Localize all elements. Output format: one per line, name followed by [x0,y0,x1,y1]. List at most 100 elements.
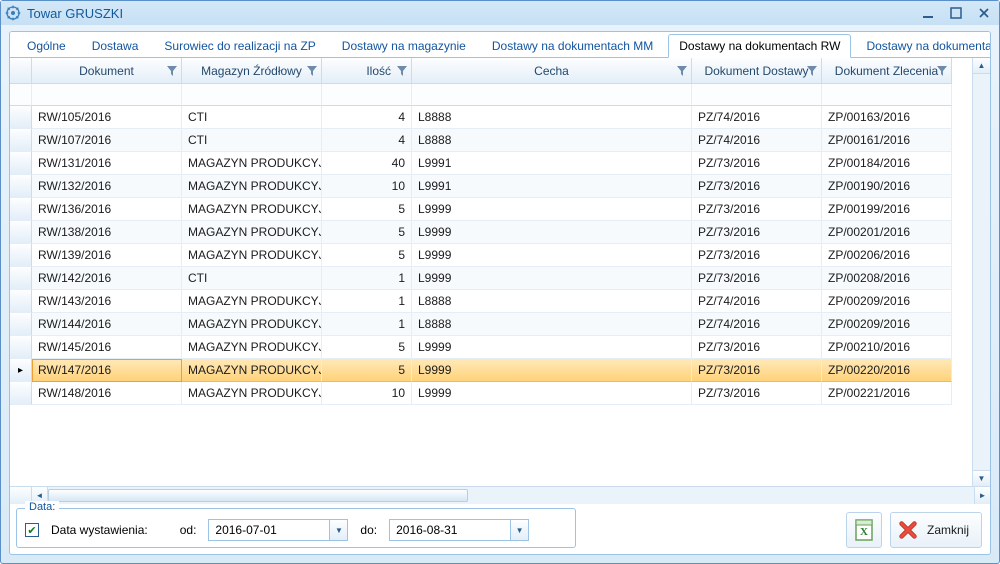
cell-dok_dostawy[interactable]: PZ/74/2016 [692,313,822,336]
date-to-input[interactable]: ▼ [389,519,529,541]
cell-dokument[interactable]: RW/136/2016 [32,198,182,221]
tab-1[interactable]: Dostawa [81,34,150,57]
cell-ilosc[interactable]: 5 [322,336,412,359]
dropdown-icon[interactable]: ▼ [510,520,528,540]
filter-icon[interactable] [307,66,317,76]
filter-cell[interactable] [32,84,182,106]
cell-magazyn[interactable]: MAGAZYN PRODUKCYJ... [182,221,322,244]
filter-cell[interactable] [10,84,32,106]
cell-dok_dostawy[interactable]: PZ/73/2016 [692,336,822,359]
tab-4[interactable]: Dostawy na dokumentach MM [481,34,664,57]
cell-cecha[interactable]: L9999 [412,267,692,290]
table-row[interactable]: ▸RW/147/2016MAGAZYN PRODUKCYJ...5L9999PZ… [10,359,990,382]
scroll-down-icon[interactable]: ▼ [973,470,990,486]
cell-dok_dostawy[interactable]: PZ/73/2016 [692,382,822,405]
scroll-thumb[interactable] [48,489,468,502]
cell-dokument[interactable]: RW/145/2016 [32,336,182,359]
export-excel-button[interactable]: X [846,512,882,548]
table-row[interactable]: RW/145/2016MAGAZYN PRODUKCYJ...5L9999PZ/… [10,336,990,359]
cell-cecha[interactable]: L8888 [412,106,692,129]
cell-magazyn[interactable]: MAGAZYN PRODUKCYJ... [182,313,322,336]
cell-dok_zlecenia[interactable]: ZP/00163/2016 [822,106,952,129]
cell-ilosc[interactable]: 5 [322,221,412,244]
cell-dok_dostawy[interactable]: PZ/73/2016 [692,244,822,267]
cell-cecha[interactable]: L8888 [412,129,692,152]
table-row[interactable]: RW/139/2016MAGAZYN PRODUKCYJ...5L9999PZ/… [10,244,990,267]
cell-magazyn[interactable]: MAGAZYN PRODUKCYJ... [182,244,322,267]
cell-dok_dostawy[interactable]: PZ/74/2016 [692,129,822,152]
cell-dokument[interactable]: RW/105/2016 [32,106,182,129]
cell-dok_zlecenia[interactable]: ZP/00199/2016 [822,198,952,221]
cell-dok_dostawy[interactable]: PZ/74/2016 [692,106,822,129]
cell-dokument[interactable]: RW/148/2016 [32,382,182,405]
table-row[interactable]: RW/142/2016CTI1L9999PZ/73/2016ZP/00208/2… [10,267,990,290]
cell-ilosc[interactable]: 4 [322,129,412,152]
filter-icon[interactable] [167,66,177,76]
table-row[interactable]: RW/144/2016MAGAZYN PRODUKCYJ...1L8888PZ/… [10,313,990,336]
cell-cecha[interactable]: L8888 [412,313,692,336]
cell-dokument[interactable]: RW/131/2016 [32,152,182,175]
filter-cell[interactable] [182,84,322,106]
titlebar[interactable]: Towar GRUSZKI [1,1,999,25]
scroll-up-icon[interactable]: ▲ [973,58,990,74]
date-from-input[interactable]: ▼ [208,519,348,541]
cell-dok_dostawy[interactable]: PZ/73/2016 [692,198,822,221]
cell-ilosc[interactable]: 1 [322,290,412,313]
cell-dok_zlecenia[interactable]: ZP/00208/2016 [822,267,952,290]
cell-dok_zlecenia[interactable]: ZP/00201/2016 [822,221,952,244]
cell-magazyn[interactable]: MAGAZYN PRODUKCYJ... [182,198,322,221]
row-indicator-header[interactable] [10,58,32,84]
cell-dok_zlecenia[interactable]: ZP/00221/2016 [822,382,952,405]
cell-ilosc[interactable]: 10 [322,175,412,198]
cell-magazyn[interactable]: MAGAZYN PRODUKCYJ... [182,382,322,405]
tab-0[interactable]: Ogólne [16,34,77,57]
filter-icon[interactable] [397,66,407,76]
col-header-cecha[interactable]: Cecha [412,58,692,84]
tab-2[interactable]: Surowiec do realizacji na ZP [153,34,326,57]
close-window-button[interactable] [973,5,995,21]
scroll-right-icon[interactable]: ► [974,487,990,504]
cell-dokument[interactable]: RW/147/2016 [32,359,182,382]
table-row[interactable]: RW/138/2016MAGAZYN PRODUKCYJ...5L9999PZ/… [10,221,990,244]
filter-icon[interactable] [807,66,817,76]
close-button[interactable]: Zamknij [890,512,982,548]
filter-icon[interactable] [677,66,687,76]
table-row[interactable]: RW/136/2016MAGAZYN PRODUKCYJ...5L9999PZ/… [10,198,990,221]
cell-ilosc[interactable]: 5 [322,244,412,267]
cell-dok_dostawy[interactable]: PZ/73/2016 [692,267,822,290]
filter-cell[interactable] [412,84,692,106]
cell-magazyn[interactable]: MAGAZYN PRODUKCYJ... [182,359,322,382]
table-row[interactable]: RW/107/2016CTI4L8888PZ/74/2016ZP/00161/2… [10,129,990,152]
cell-dokument[interactable]: RW/138/2016 [32,221,182,244]
date-enabled-checkbox[interactable]: ✔ [25,523,39,537]
filter-icon[interactable] [937,66,947,76]
tab-5[interactable]: Dostawy na dokumentach RW [668,34,851,58]
cell-ilosc[interactable]: 1 [322,267,412,290]
cell-dok_zlecenia[interactable]: ZP/00209/2016 [822,313,952,336]
tab-6[interactable]: Dostawy na dokumentach PW [855,34,991,57]
cell-magazyn[interactable]: CTI [182,129,322,152]
cell-dok_zlecenia[interactable]: ZP/00209/2016 [822,290,952,313]
scroll-track[interactable] [973,74,990,470]
table-row[interactable]: RW/132/2016MAGAZYN PRODUKCYJ...10L9991PZ… [10,175,990,198]
cell-dokument[interactable]: RW/143/2016 [32,290,182,313]
cell-cecha[interactable]: L9999 [412,359,692,382]
table-row[interactable]: RW/131/2016MAGAZYN PRODUKCYJ...40L9991PZ… [10,152,990,175]
horizontal-scrollbar[interactable]: ◄ ► [10,486,990,504]
col-header-dok-zlecenia[interactable]: Dokument Zlecenia [822,58,952,84]
cell-dok_zlecenia[interactable]: ZP/00161/2016 [822,129,952,152]
cell-magazyn[interactable]: CTI [182,267,322,290]
cell-dokument[interactable]: RW/107/2016 [32,129,182,152]
cell-magazyn[interactable]: MAGAZYN PRODUKCYJ... [182,175,322,198]
table-row[interactable]: RW/105/2016CTI4L8888PZ/74/2016ZP/00163/2… [10,106,990,129]
cell-cecha[interactable]: L9999 [412,382,692,405]
cell-dok_dostawy[interactable]: PZ/73/2016 [692,359,822,382]
cell-ilosc[interactable]: 40 [322,152,412,175]
cell-ilosc[interactable]: 5 [322,359,412,382]
cell-ilosc[interactable]: 4 [322,106,412,129]
dropdown-icon[interactable]: ▼ [329,520,347,540]
vertical-scrollbar[interactable]: ▲ ▼ [972,58,990,486]
cell-dokument[interactable]: RW/144/2016 [32,313,182,336]
cell-cecha[interactable]: L9999 [412,221,692,244]
cell-cecha[interactable]: L8888 [412,290,692,313]
